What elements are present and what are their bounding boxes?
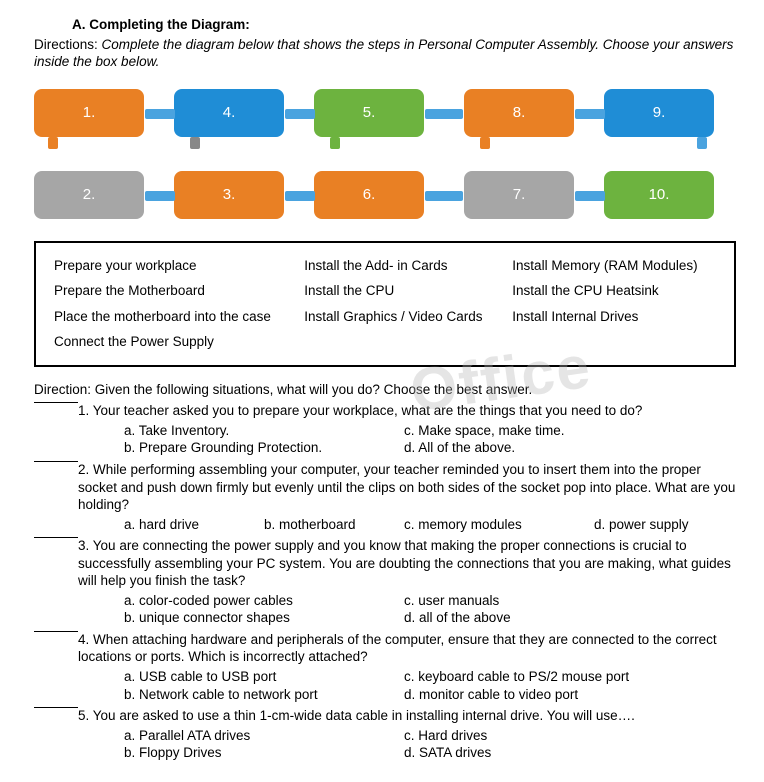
connector (190, 137, 200, 149)
q4-opt-b: b. Network cable to network port (124, 686, 404, 704)
diagram-box-10: 10. (604, 171, 714, 219)
q4-text: When attaching hardware and peripherals … (78, 632, 717, 665)
q5-text: You are asked to use a thin 1-cm-wide da… (93, 708, 635, 723)
question-2: 2. While performing assembling your comp… (34, 461, 736, 533)
section-a-title: A. Completing the Diagram: (72, 16, 736, 34)
answer-cell: Install the CPU (298, 278, 506, 304)
connector (285, 109, 315, 119)
answer-cell: Prepare the Motherboard (48, 278, 298, 304)
diagram-box-3: 3. (174, 171, 284, 219)
q4-opt-c: c. keyboard cable to PS/2 mouse port (404, 668, 736, 686)
diagram-box-8: 8. (464, 89, 574, 137)
answer-cell: Connect the Power Supply (48, 329, 298, 355)
q2-opt-a: a. hard drive (124, 516, 264, 534)
diagram-box-1: 1. (34, 89, 144, 137)
q3-opt-d: d. all of the above (404, 609, 736, 627)
q2-opt-b: b. motherboard (264, 516, 404, 534)
section-b-directions: Direction: Given the following situation… (34, 381, 736, 399)
connector (330, 137, 340, 149)
answer-bank-box: Prepare your workplace Install the Add- … (34, 241, 736, 367)
answer-blank[interactable] (34, 461, 78, 462)
connector (145, 191, 175, 201)
answer-cell: Install Internal Drives (506, 304, 722, 330)
q5-opt-a: a. Parallel ATA drives (124, 727, 404, 745)
connector (575, 109, 605, 119)
answer-cell: Install Graphics / Video Cards (298, 304, 506, 330)
answer-cell: Install the Add- in Cards (298, 253, 506, 279)
answer-cell: Prepare your workplace (48, 253, 298, 279)
q5-opt-b: b. Floppy Drives (124, 744, 404, 762)
question-1: 1. Your teacher asked you to prepare you… (34, 402, 736, 457)
connector (285, 191, 315, 201)
q3-opt-b: b. unique connector shapes (124, 609, 404, 627)
answer-cell: Install the CPU Heatsink (506, 278, 722, 304)
diagram-box-4: 4. (174, 89, 284, 137)
q4-opt-a: a. USB cable to USB port (124, 668, 404, 686)
q3-num: 3. (78, 538, 89, 553)
question-4: 4. When attaching hardware and periphera… (34, 631, 736, 703)
directions-body: Complete the diagram below that shows th… (34, 37, 733, 70)
answer-blank[interactable] (34, 537, 78, 538)
q2-text: While performing assembling your compute… (78, 462, 735, 512)
q4-opt-d: d. monitor cable to video port (404, 686, 736, 704)
directions-lead: Directions: (34, 37, 102, 52)
assembly-steps-diagram: 1. 4. 5. 8. 9. 2. 3. 6. 7. 10. (34, 83, 736, 231)
answer-cell: Place the motherboard into the case (48, 304, 298, 330)
directions-lead-b: Direction: (34, 382, 95, 397)
q2-opt-c: c. memory modules (404, 516, 594, 534)
q1-opt-a: a. Take Inventory. (124, 422, 404, 440)
q3-opt-c: c. user manuals (404, 592, 736, 610)
q5-num: 5. (78, 708, 89, 723)
q2-num: 2. (78, 462, 89, 477)
diagram-box-5: 5. (314, 89, 424, 137)
q1-num: 1. (78, 403, 89, 418)
q1-opt-d: d. All of the above. (404, 439, 736, 457)
q1-text: Your teacher asked you to prepare your w… (93, 403, 643, 418)
answer-blank[interactable] (34, 631, 78, 632)
connector (425, 109, 463, 119)
question-5: 5. You are asked to use a thin 1-cm-wide… (34, 707, 736, 762)
q4-num: 4. (78, 632, 89, 647)
diagram-box-9: 9. (604, 89, 714, 137)
q5-opt-c: c. Hard drives (404, 727, 736, 745)
connector (697, 137, 707, 149)
q3-opt-a: a. color-coded power cables (124, 592, 404, 610)
q3-text: You are connecting the power supply and … (78, 538, 731, 588)
connector (425, 191, 463, 201)
question-3: 3. You are connecting the power supply a… (34, 537, 736, 627)
connector (145, 109, 175, 119)
diagram-box-6: 6. (314, 171, 424, 219)
connector (575, 191, 605, 201)
q1-opt-b: b. Prepare Grounding Protection. (124, 439, 404, 457)
answer-blank[interactable] (34, 402, 78, 403)
directions-body-b: Given the following situations, what wil… (95, 382, 533, 397)
answer-bank-table: Prepare your workplace Install the Add- … (48, 253, 722, 355)
connector (480, 137, 490, 149)
q2-opt-d: d. power supply (594, 516, 736, 534)
answer-blank[interactable] (34, 707, 78, 708)
section-a-directions: Directions: Complete the diagram below t… (34, 36, 736, 71)
diagram-box-7: 7. (464, 171, 574, 219)
connector (48, 137, 58, 149)
q1-opt-c: c. Make space, make time. (404, 422, 736, 440)
diagram-box-2: 2. (34, 171, 144, 219)
answer-cell: Install Memory (RAM Modules) (506, 253, 722, 279)
q5-opt-d: d. SATA drives (404, 744, 736, 762)
